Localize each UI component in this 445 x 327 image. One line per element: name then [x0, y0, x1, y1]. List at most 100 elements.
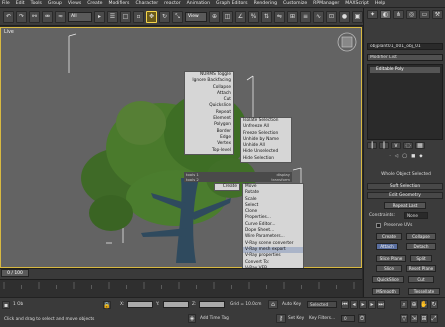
- detach-button[interactable]: Detach: [406, 243, 436, 250]
- menu-character[interactable]: Character: [135, 1, 158, 6]
- select-and-scale-icon[interactable]: ⤡: [172, 10, 183, 23]
- menu-group[interactable]: Group: [48, 1, 62, 6]
- quad-item-hide-selection[interactable]: Hide Selection: [241, 156, 291, 162]
- time-config-icon[interactable]: ⏱: [358, 314, 366, 323]
- slice-button[interactable]: Slice: [376, 265, 402, 272]
- split-button[interactable]: Split: [410, 255, 432, 262]
- menu-create[interactable]: Create: [87, 1, 102, 6]
- edge-icon[interactable]: ◁: [395, 154, 398, 159]
- next-frame-icon[interactable]: ▸: [368, 300, 376, 309]
- add-time-tag-button[interactable]: Add Time Tag: [200, 316, 229, 321]
- fov-icon[interactable]: ▽: [400, 314, 408, 323]
- walk-through-icon[interactable]: ⇲: [410, 314, 418, 323]
- pivot-center-icon[interactable]: ⊕: [209, 10, 220, 23]
- menu-tools[interactable]: Tools: [31, 1, 42, 6]
- go-to-end-icon[interactable]: ⏭: [377, 300, 385, 309]
- pan-icon[interactable]: ✋: [420, 300, 428, 309]
- stack-item-editable-poly[interactable]: Editable Poly: [370, 67, 440, 73]
- snap-icon[interactable]: ◫: [222, 10, 233, 23]
- menu-animation[interactable]: Animation: [187, 1, 210, 6]
- quad-item-create[interactable]: Create: [215, 184, 239, 190]
- viewcube-icon[interactable]: [336, 31, 358, 53]
- window-crossing-icon[interactable]: ▫: [133, 10, 144, 23]
- select-object-icon[interactable]: ▸: [94, 10, 105, 23]
- modifier-list-dropdown[interactable]: Modifier List: [367, 54, 443, 61]
- menu-reactor[interactable]: reactor: [164, 1, 180, 6]
- border-icon[interactable]: ◯: [402, 154, 407, 159]
- spinner-snap-icon[interactable]: ⇅: [261, 10, 272, 23]
- menu-help[interactable]: Help: [375, 1, 385, 6]
- show-end-result-icon[interactable]: ║: [379, 142, 389, 149]
- region-select-icon[interactable]: □: [120, 10, 131, 23]
- mirror-icon[interactable]: ⇋: [274, 10, 285, 23]
- material-editor-icon[interactable]: ●: [339, 10, 350, 23]
- menu-file[interactable]: File: [2, 1, 10, 6]
- zoom-all-icon[interactable]: ⊕: [410, 300, 418, 309]
- y-coordinate-field[interactable]: [163, 301, 189, 308]
- remove-modifier-icon[interactable]: ◌: [403, 142, 413, 149]
- quad-item-ignore-backfacing[interactable]: Ignore Backfacing: [185, 78, 233, 84]
- edit-geometry-rollout[interactable]: Edit Geometry: [367, 192, 443, 199]
- menu-customize[interactable]: Customize: [283, 1, 307, 6]
- align-icon[interactable]: ⊞: [287, 10, 298, 23]
- msmooth-button[interactable]: MSmooth: [372, 288, 400, 295]
- angle-snap-icon[interactable]: ∠: [235, 10, 246, 23]
- quad-item-top-level[interactable]: Top-level: [185, 148, 233, 154]
- reference-coordinate-dropdown[interactable]: View: [185, 11, 207, 22]
- time-tag-icon[interactable]: ◈: [188, 314, 196, 323]
- create-button[interactable]: Create: [376, 233, 402, 240]
- curve-editor-icon[interactable]: ∿: [313, 10, 324, 23]
- configure-sets-icon[interactable]: ▦: [415, 142, 425, 149]
- percent-snap-icon[interactable]: %: [248, 10, 259, 23]
- utilities-tab-icon[interactable]: ⚒: [432, 10, 443, 19]
- motion-tab-icon[interactable]: ◎: [406, 10, 417, 19]
- display-tab-icon[interactable]: ▭: [419, 10, 430, 19]
- reset-plane-button[interactable]: Reset Plane: [406, 265, 436, 272]
- key-filters-button[interactable]: Key Filters...: [309, 316, 335, 321]
- set-key-icon[interactable]: ⚷: [276, 314, 286, 323]
- polygon-icon[interactable]: ■: [411, 154, 415, 159]
- cut-button[interactable]: Cut: [408, 276, 434, 283]
- vertex-icon[interactable]: ·: [389, 154, 390, 159]
- menu-maxscript[interactable]: MAXScript: [345, 1, 369, 6]
- perspective-viewport[interactable]: Live NURMS Toggle Ignore Backfacing Coll…: [0, 27, 362, 274]
- object-name-field[interactable]: objplant01_001_obj_01: [367, 43, 443, 50]
- x-coordinate-field[interactable]: [127, 301, 153, 308]
- menu-graph-editors[interactable]: Graph Editors: [216, 1, 248, 6]
- select-and-rotate-icon[interactable]: ↻: [159, 10, 170, 23]
- collapse-button[interactable]: Collapse: [406, 233, 436, 240]
- undo-icon[interactable]: ↶: [3, 10, 14, 23]
- menu-rendering[interactable]: Rendering: [254, 1, 277, 6]
- lock-selection-icon[interactable]: 🔒: [103, 301, 111, 309]
- select-and-move-icon[interactable]: ✥: [146, 10, 157, 23]
- select-by-name-icon[interactable]: ☰: [107, 10, 118, 23]
- go-to-start-icon[interactable]: ⏮: [341, 300, 349, 309]
- modify-tab-icon[interactable]: ◐: [380, 10, 391, 19]
- menu-edit[interactable]: Edit: [16, 1, 25, 6]
- previous-frame-icon[interactable]: ◂: [350, 300, 358, 309]
- layers-icon[interactable]: ≡: [300, 10, 311, 23]
- redo-icon[interactable]: ↷: [16, 10, 27, 23]
- track-bar[interactable]: [0, 279, 362, 297]
- preserve-uvs-checkbox[interactable]: [376, 223, 381, 228]
- key-mode-dropdown[interactable]: Selected: [307, 301, 337, 308]
- quickslice-button[interactable]: QuickSlice: [372, 276, 404, 283]
- menu-views[interactable]: Views: [68, 1, 81, 6]
- link-icon[interactable]: ⚯: [29, 10, 40, 23]
- time-slider-track[interactable]: [0, 268, 362, 279]
- auto-key-button[interactable]: Auto Key: [282, 302, 301, 307]
- region-zoom-icon[interactable]: ⊞: [420, 314, 428, 323]
- constraints-dropdown[interactable]: None: [404, 212, 428, 219]
- unlink-icon[interactable]: ⚮: [42, 10, 53, 23]
- render-setup-icon[interactable]: ▣: [352, 10, 363, 23]
- orbit-icon[interactable]: ↻: [430, 300, 438, 309]
- set-key-button[interactable]: Set Key: [288, 316, 304, 321]
- play-icon[interactable]: ▸: [359, 300, 367, 309]
- maximize-viewport-icon[interactable]: ⤢: [430, 314, 438, 323]
- menu-modifiers[interactable]: Modifiers: [108, 1, 129, 6]
- create-tab-icon[interactable]: ✦: [367, 10, 378, 19]
- maxscript-listener-icon[interactable]: ▪: [2, 301, 10, 309]
- tessellate-button[interactable]: Tessellate: [408, 288, 440, 295]
- time-slider[interactable]: 0 / 100: [1, 269, 29, 277]
- auto-key-icon[interactable]: ⌂: [268, 300, 278, 309]
